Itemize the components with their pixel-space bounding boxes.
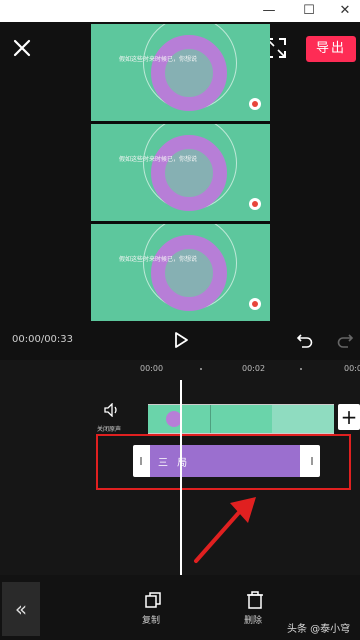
maximize-button[interactable]: ☐	[294, 0, 324, 22]
annotation-arrow	[194, 497, 256, 563]
redo-icon[interactable]	[336, 331, 354, 349]
delete-icon[interactable]	[245, 590, 265, 610]
sticker-icon	[249, 198, 261, 210]
play-icon[interactable]	[172, 331, 190, 349]
export-button[interactable]: 导出	[306, 36, 356, 62]
tick-label: 00:0	[344, 364, 360, 373]
window-close-button[interactable]: ✕	[330, 0, 360, 22]
sticker-icon	[249, 298, 261, 310]
close-icon[interactable]	[8, 34, 36, 62]
volume-icon[interactable]	[104, 403, 120, 417]
watermark: 头条 @泰小穹	[287, 624, 351, 635]
collapse-button[interactable]: «	[2, 582, 40, 636]
delete-label[interactable]: 删除	[244, 613, 262, 626]
tick-label: 00:00	[140, 364, 164, 373]
video-track[interactable]	[148, 404, 334, 434]
add-clip-button[interactable]: +	[338, 404, 360, 430]
frame-caption: 假如这些时来时候已，你想说	[119, 56, 198, 63]
playhead[interactable]	[180, 380, 182, 575]
frame-caption: 假如这些时来时候已，你想说	[119, 256, 198, 263]
sticker-icon	[249, 98, 261, 110]
highlight-box	[96, 434, 351, 490]
copy-icon[interactable]	[143, 590, 163, 610]
copy-label[interactable]: 复制	[142, 613, 160, 626]
tick-dot	[300, 368, 302, 370]
mute-original-label[interactable]: 关闭原声	[97, 424, 121, 433]
video-frame-1: 假如这些时来时候已，你想说	[91, 24, 270, 121]
tick-dot	[200, 368, 202, 370]
timecode: 00:00/00:33	[12, 334, 74, 345]
tick-label: 00:02	[242, 364, 266, 373]
video-frame-2: 假如这些时来时候已，你想说	[91, 124, 270, 221]
minimize-button[interactable]: —	[254, 0, 284, 22]
undo-icon[interactable]	[296, 331, 314, 349]
frame-caption: 假如这些时来时候已，你想说	[119, 156, 198, 163]
video-frame-3: 假如这些时来时候已，你想说	[91, 224, 270, 321]
